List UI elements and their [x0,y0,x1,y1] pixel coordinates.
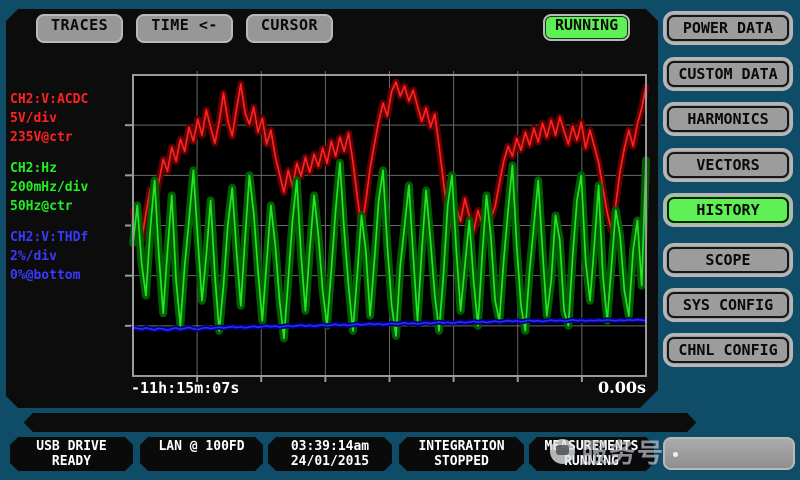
x-axis-start-label: -11h:15m:07s [131,379,239,397]
channel-label-ch2-hz: CH2:Hz200mHz/div50Hz@ctr [10,159,130,216]
status-box-measurements: MEASUREMENTSRUNNING [529,437,654,471]
status-line: 24/01/2015 [268,454,392,469]
softkey-label: VECTORS [696,156,759,174]
status-line: LAN @ 100FD [140,439,263,454]
toolbar-button-time[interactable]: TIME <- [136,14,233,43]
status-line: MEASUREMENTS [529,439,654,454]
softkey-vectors[interactable]: VECTORS [663,148,793,182]
softkey-label: POWER DATA [683,19,773,37]
status-line: STOPPED [399,454,524,469]
channel-scale: 5V/div [10,109,130,128]
softkey-scope[interactable]: SCOPE [663,243,793,277]
status-line: READY [10,454,133,469]
status-box-usb-drive: USB DRIVEREADY [10,437,133,471]
status-line: 03:39:14am [268,439,392,454]
softkey-sys-config[interactable]: SYS CONFIG [663,288,793,322]
history-trend-plot [133,75,646,376]
channel-label-ch2-v-thdf: CH2:V:THDf2%/div0%@bottom [10,228,130,285]
softkey-blank-button[interactable] [663,437,795,470]
softkey-label: SCOPE [705,251,750,269]
softkey-history[interactable]: HISTORY [663,193,793,227]
channel-name: CH2:V:THDf [10,228,130,247]
channel-name: CH2:V:ACDC [10,90,130,109]
channel-ref: 235V@ctr [10,128,130,147]
channel-label-ch2-v-acdc: CH2:V:ACDC5V/div235V@ctr [10,90,130,147]
toolbar-buttons: TRACES TIME <- CURSOR [36,14,333,43]
channel-ref: 0%@bottom [10,266,130,285]
channel-ref: 50Hz@ctr [10,197,130,216]
running-indicator[interactable]: RUNNING [543,14,630,41]
bottom-strip [24,413,696,432]
toolbar-button-traces[interactable]: TRACES [36,14,123,43]
softkey-label: HARMONICS [687,110,768,128]
status-line: USB DRIVE [10,439,133,454]
status-box-03-39-14am: 03:39:14am24/01/2015 [268,437,392,471]
status-box-lan-100fd: LAN @ 100FD [140,437,263,471]
history-trend-chart [133,75,646,376]
softkey-label: HISTORY [696,201,759,219]
channel-scale: 200mHz/div [10,178,130,197]
softkey-custom-data[interactable]: CUSTOM DATA [663,57,793,91]
softkey-label: CHNL CONFIG [678,341,777,359]
channel-scale: 2%/div [10,247,130,266]
channel-name: CH2:Hz [10,159,130,178]
softkey-chnl-config[interactable]: CHNL CONFIG [663,333,793,367]
toolbar-button-cursor[interactable]: CURSOR [246,14,333,43]
softkey-power-data[interactable]: POWER DATA [663,11,793,45]
status-box-integration: INTEGRATIONSTOPPED [399,437,524,471]
power-analyzer-screen: TRACES TIME <- CURSOR RUNNING CH2:V:ACDC5V… [0,0,800,480]
status-line: INTEGRATION [399,439,524,454]
softkey-label: CUSTOM DATA [678,65,777,83]
softkey-harmonics[interactable]: HARMONICS [663,102,793,136]
softkey-label: SYS CONFIG [683,296,773,314]
status-line: RUNNING [529,454,654,469]
x-axis-end-label: 0.00s [566,378,646,397]
